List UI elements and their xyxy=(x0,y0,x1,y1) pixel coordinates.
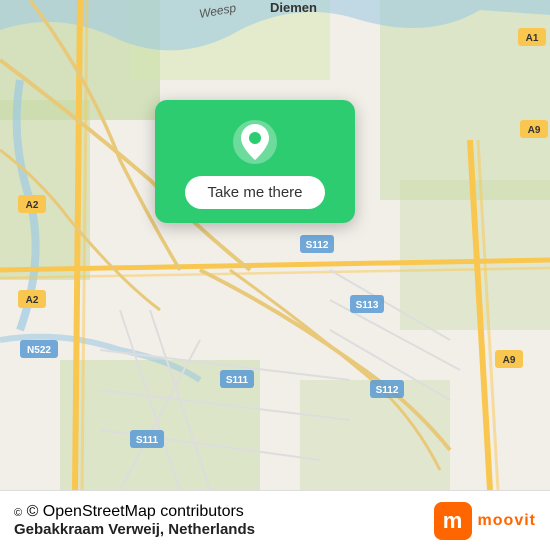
map-background: A2 A2 A9 A9 A1 xyxy=(0,0,550,490)
moovit-text: moovit xyxy=(478,512,536,530)
svg-text:A2: A2 xyxy=(26,200,39,211)
svg-text:S112: S112 xyxy=(306,240,329,251)
bottom-bar: © © OpenStreetMap contributors Gebakkraa… xyxy=(0,490,550,550)
popup-card[interactable]: Take me there xyxy=(155,100,355,223)
copyright-icon: © xyxy=(14,507,22,519)
svg-text:N522: N522 xyxy=(27,345,51,356)
moovit-logo: m moovit xyxy=(434,502,536,540)
svg-text:A9: A9 xyxy=(528,125,541,136)
location-pin-icon xyxy=(231,118,279,166)
map-container: A2 A2 A9 A9 A1 xyxy=(0,0,550,490)
svg-text:A2: A2 xyxy=(26,295,39,306)
take-me-there-button[interactable]: Take me there xyxy=(185,176,324,209)
svg-text:S111: S111 xyxy=(136,435,159,446)
attribution-text: © OpenStreetMap contributors xyxy=(27,503,244,520)
svg-text:S112: S112 xyxy=(376,385,399,396)
svg-text:A9: A9 xyxy=(503,355,516,366)
place-info: © © OpenStreetMap contributors Gebakkraa… xyxy=(14,503,255,538)
attribution: © © OpenStreetMap contributors xyxy=(14,503,255,521)
svg-text:S113: S113 xyxy=(356,300,379,311)
moovit-m-icon: m xyxy=(434,502,472,540)
place-name: Gebakkraam Verweij, Netherlands xyxy=(14,521,255,538)
svg-text:S111: S111 xyxy=(226,375,249,386)
svg-text:A1: A1 xyxy=(526,33,539,44)
svg-text:Diemen: Diemen xyxy=(270,0,317,15)
